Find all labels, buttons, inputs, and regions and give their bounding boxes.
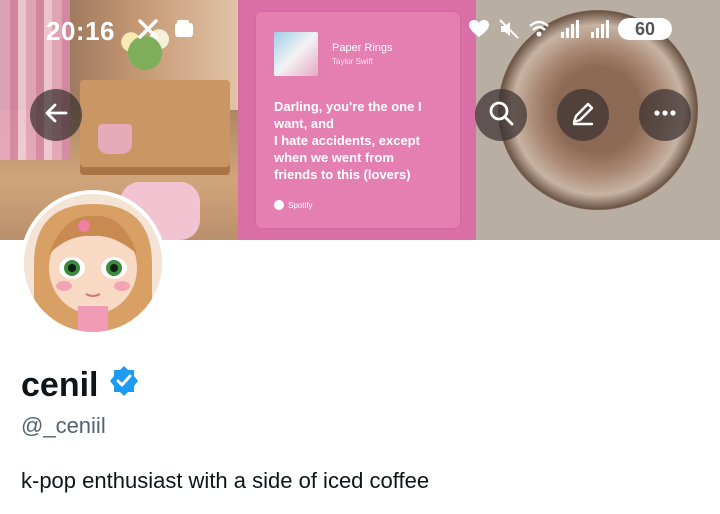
lyrics-text: Darling, you're the one I want, and I ha…: [274, 98, 454, 183]
more-button[interactable]: [639, 89, 691, 141]
spotify-icon: [274, 200, 284, 210]
status-right-icons: 60: [468, 18, 672, 40]
spotify-attribution: Spotify: [274, 200, 312, 210]
display-name-row: cenil: [21, 365, 140, 406]
search-icon: [487, 99, 515, 132]
signal-icon: [588, 18, 610, 40]
edit-icon: [569, 99, 597, 132]
verified-badge-icon[interactable]: [108, 365, 140, 406]
status-time: 20:16: [46, 16, 115, 46]
heart-icon: [468, 18, 490, 40]
back-button[interactable]: [30, 89, 82, 141]
search-button[interactable]: [475, 89, 527, 141]
status-left-icons: [137, 18, 195, 40]
display-name: cenil: [21, 366, 99, 404]
lyric-line: I hate accidents, except: [274, 133, 420, 148]
album-cover: [274, 32, 318, 76]
avatar-image: [24, 194, 162, 332]
lyric-line: want, and: [274, 116, 334, 131]
spotify-label: Spotify: [288, 200, 313, 210]
song-title: Paper Rings: [332, 42, 393, 54]
back-arrow-icon: [42, 99, 70, 132]
mute-icon: [498, 18, 520, 40]
lyrics-card: Paper Rings Taylor Swift Darling, you're…: [256, 12, 460, 228]
mug: [98, 124, 132, 154]
profile-bio: k-pop enthusiast with a side of iced cof…: [21, 468, 430, 493]
lyric-line: friends to this (lovers): [274, 167, 411, 182]
signal-icon: [558, 18, 580, 40]
x-logo-icon: [137, 18, 159, 40]
more-icon: [651, 99, 679, 132]
profile-avatar[interactable]: [20, 190, 166, 336]
wifi-icon: [528, 18, 550, 40]
wallet-icon: [173, 18, 195, 40]
banner-lyrics-panel: Paper Rings Taylor Swift Darling, you're…: [238, 0, 476, 240]
song-artist: Taylor Swift: [332, 57, 373, 66]
lyric-line: Darling, you're the one I: [274, 99, 422, 114]
edit-button[interactable]: [557, 89, 609, 141]
lyric-line: when we went from: [274, 150, 394, 165]
battery-indicator: 60: [618, 18, 672, 40]
profile-handle: @_ceniil: [21, 413, 106, 438]
